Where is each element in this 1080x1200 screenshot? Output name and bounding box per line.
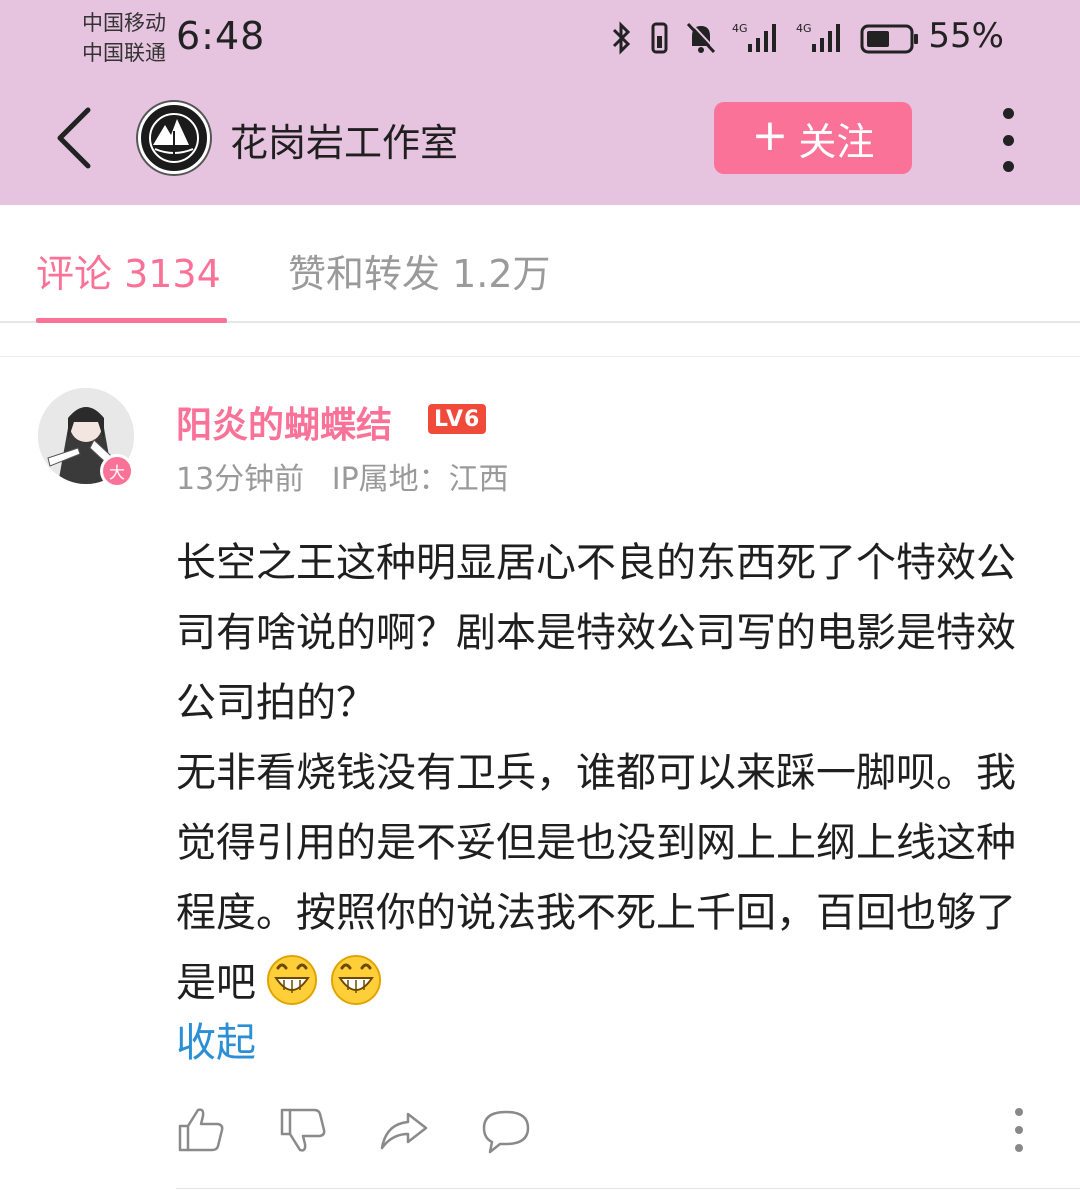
signal-1-icon: 4G	[732, 22, 776, 52]
carrier-1: 中国移动	[82, 11, 166, 35]
back-button[interactable]	[52, 104, 96, 172]
tab-comments[interactable]: 评论 3134	[36, 243, 221, 298]
network-label-1: 4G	[732, 22, 748, 35]
comment-paragraph-2: 无非看烧钱没有卫兵，谁都可以来踩一脚呗。我觉得引用的是不妥但是也没到网上上纲上线…	[176, 750, 1016, 1006]
follow-button[interactable]: + 关注	[714, 102, 912, 174]
vibrate-icon	[651, 22, 668, 54]
comment-time: 13分钟前	[176, 462, 305, 497]
comment-meta: 13分钟前 IP属地：江西	[176, 454, 509, 498]
bluetooth-icon	[612, 21, 631, 55]
comment-actions	[176, 1104, 1036, 1160]
comment-more-button[interactable]	[1012, 1108, 1026, 1152]
more-options-button[interactable]	[992, 108, 1024, 172]
system-icons: 4G 4G	[608, 16, 920, 60]
comment-text: 长空之王这种明显居心不良的东西死了个特效公司有啥说的啊？剧本是特效公司写的电影是…	[176, 528, 1036, 1018]
level-badge: LV6	[428, 404, 487, 434]
status-time: 6:48	[176, 14, 266, 58]
tab-likes-reposts[interactable]: 赞和转发 1.2万	[288, 243, 551, 298]
collapse-link[interactable]: 收起	[176, 1010, 256, 1068]
section-divider	[0, 325, 1080, 357]
comment-paragraph-1: 长空之王这种明显居心不良的东西死了个特效公司有啥说的啊？剧本是特效公司写的电影是…	[176, 540, 1016, 726]
active-tab-indicator	[36, 318, 227, 323]
share-button[interactable]	[378, 1104, 430, 1156]
dislike-button[interactable]	[278, 1104, 330, 1156]
share-icon	[380, 1112, 428, 1150]
mountain-logo-icon	[143, 107, 205, 169]
ip-location: IP属地：江西	[331, 462, 509, 497]
carrier-2: 中国联通	[82, 41, 166, 65]
follow-label: 关注	[798, 119, 875, 164]
like-button[interactable]	[176, 1104, 228, 1156]
thumbs-up-icon	[178, 1108, 224, 1152]
grinning-face-icon	[267, 955, 317, 1005]
more-vertical-icon	[1002, 108, 1014, 119]
page-title: 花岗岩工作室	[230, 121, 459, 165]
network-label-2: 4G	[796, 22, 812, 35]
chevron-left-icon	[57, 107, 91, 169]
battery-icon	[860, 24, 918, 54]
signal-2-icon: 4G	[796, 22, 840, 52]
more-vertical-icon	[1015, 1108, 1023, 1116]
comment-bubble-icon	[482, 1110, 530, 1154]
mute-bell-icon	[686, 21, 717, 54]
app-header-area: 中国移动 中国联通 6:48 4G 4G 55% 花岗岩工作室 + 关注	[0, 0, 1080, 205]
avatar-badge: 大	[100, 454, 134, 488]
plus-icon: +	[751, 110, 789, 161]
thumbs-down-icon	[280, 1108, 326, 1152]
studio-avatar[interactable]	[138, 102, 210, 174]
battery-percent: 55%	[928, 16, 1004, 56]
comment-username[interactable]: 阳炎的蝴蝶结	[176, 396, 392, 448]
grinning-face-icon	[331, 955, 381, 1005]
tab-bar: 评论 3134 赞和转发 1.2万	[0, 205, 1080, 323]
comment-separator	[176, 1188, 1080, 1189]
reply-button[interactable]	[480, 1104, 532, 1156]
carrier-info: 中国移动 中国联通	[82, 8, 166, 68]
